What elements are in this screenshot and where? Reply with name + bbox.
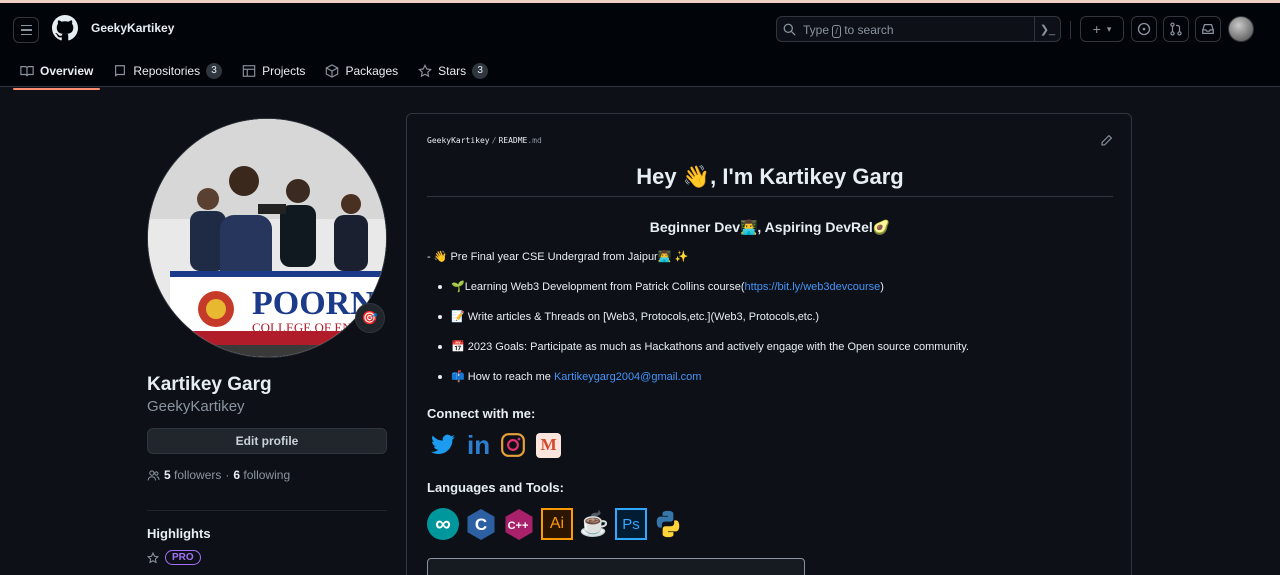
tool-icons: ∞ C C++ Ai ☕ Ps: [427, 508, 683, 540]
list-item: 🌱Learning Web3 Development from Patrick …: [435, 280, 969, 310]
pull-request-icon: [1170, 22, 1182, 36]
target-emoji-icon: 🎯: [361, 310, 379, 325]
search-input[interactable]: Type / to search ❯_: [776, 16, 1061, 42]
readme-bullet-list: 🌱Learning Web3 Development from Patrick …: [435, 280, 969, 400]
cplusplus-icon[interactable]: C++: [503, 508, 535, 540]
repositories-counter: 3: [206, 63, 223, 79]
edit-profile-button[interactable]: Edit profile: [147, 428, 387, 454]
instagram-icon[interactable]: [500, 432, 526, 458]
list-item: 📝 Write articles & Threads on [Web3, Pro…: [435, 310, 969, 340]
tab-packages[interactable]: Packages: [318, 55, 405, 87]
tab-label: Projects: [262, 64, 306, 78]
profile-photo[interactable]: POORNI COLLEGE OF EN: [147, 118, 387, 358]
highlights-title: Highlights: [147, 526, 211, 541]
tab-repositories[interactable]: Repositories 3: [106, 55, 229, 87]
command-palette-icon[interactable]: ❯_: [1034, 17, 1060, 41]
stats-card-embed: [427, 558, 805, 575]
readme-subheading: Beginner Dev👨‍💻, Aspiring DevRel🥑: [649, 219, 891, 235]
readme-heading: Hey 👋, I'm Kartikey Garg: [636, 164, 904, 189]
pencil-icon[interactable]: [1100, 134, 1113, 147]
tab-label: Stars: [438, 64, 467, 78]
course-link[interactable]: https://bit.ly/web3devcourse: [745, 281, 881, 293]
user-avatar-button[interactable]: [1228, 16, 1254, 42]
tab-stars[interactable]: Stars 3: [411, 55, 495, 87]
plus-icon: +: [1092, 21, 1101, 37]
menu-button[interactable]: [13, 17, 39, 43]
search-icon: [783, 23, 796, 36]
follow-stats: 5 followers · 6 following: [147, 468, 290, 482]
star-icon: [147, 551, 159, 563]
svg-text:C: C: [475, 515, 487, 534]
tab-label: Overview: [40, 64, 94, 78]
issue-icon: [1137, 22, 1151, 36]
banner-subtext: COLLEGE OF EN: [252, 320, 352, 335]
following-link[interactable]: 6 following: [233, 468, 290, 482]
medium-icon[interactable]: M: [536, 432, 562, 458]
list-item: 📫 How to reach me Kartikeygarg2004@gmail…: [435, 370, 969, 400]
inbox-button[interactable]: [1195, 16, 1221, 42]
readme-path: GeekyKartikey / README.md: [427, 136, 542, 145]
profile-photo-image: POORNI COLLEGE OF EN: [148, 119, 386, 357]
python-icon[interactable]: [653, 509, 683, 539]
repo-icon: [115, 65, 126, 77]
profile-full-name: Kartikey Garg: [147, 374, 272, 395]
c-icon[interactable]: C: [465, 508, 497, 540]
arduino-icon[interactable]: ∞: [427, 508, 459, 540]
search-placeholder: Type / to search: [803, 23, 894, 38]
highlights-pro-row: PRO: [147, 550, 201, 565]
create-new-button[interactable]: + ▾: [1080, 16, 1124, 42]
header-username[interactable]: GeekyKartikey: [91, 21, 174, 35]
heading-rule: [427, 196, 1113, 197]
photoshop-icon[interactable]: Ps: [615, 508, 647, 540]
stars-counter: 3: [472, 63, 489, 79]
global-header: GeekyKartikey Type / to search ❯_ + ▾ Ov…: [0, 3, 1280, 90]
separator-dot: ·: [225, 468, 230, 482]
sidebar-divider: [147, 510, 387, 511]
pro-badge: PRO: [165, 550, 201, 565]
tab-projects[interactable]: Projects: [235, 55, 312, 87]
linkedin-icon[interactable]: in: [467, 432, 490, 458]
twitter-icon[interactable]: [429, 432, 457, 458]
readme-file-name: README: [498, 136, 528, 145]
github-logo-icon[interactable]: [52, 15, 78, 41]
readme-card: GeekyKartikey / README.md Hey 👋, I'm Karti…: [406, 113, 1132, 575]
pull-requests-button[interactable]: [1163, 16, 1189, 42]
email-link[interactable]: Kartikeygarg2004@gmail.com: [554, 371, 702, 383]
svg-text:C++: C++: [508, 520, 529, 532]
header-divider: [1070, 21, 1071, 39]
table-icon: [242, 65, 256, 77]
inbox-icon: [1202, 24, 1214, 34]
book-icon: [20, 66, 34, 77]
profile-tabs: Overview Repositories 3 Projects Package…: [13, 55, 501, 90]
status-button[interactable]: 🎯: [355, 303, 385, 333]
chevron-down-icon: ▾: [1106, 23, 1112, 34]
illustrator-icon[interactable]: Ai: [541, 508, 573, 540]
people-icon: [147, 469, 160, 480]
profile-username: GeekyKartikey: [147, 398, 245, 415]
followers-link[interactable]: 5 followers: [164, 468, 221, 482]
readme-owner-link[interactable]: GeekyKartikey: [427, 136, 490, 145]
package-icon: [326, 64, 339, 78]
issues-button[interactable]: [1131, 16, 1157, 42]
social-icons: in M: [429, 432, 562, 458]
list-item: 📅 2023 Goals: Participate as much as Hac…: [435, 340, 969, 370]
languages-heading: Languages and Tools:: [427, 480, 564, 495]
tab-label: Packages: [345, 64, 399, 78]
connect-heading: Connect with me:: [427, 406, 536, 421]
readme-intro: - 👋 Pre Final year CSE Undergrad from Ja…: [427, 251, 689, 263]
tab-overview[interactable]: Overview: [13, 55, 101, 90]
tab-label: Repositories: [133, 64, 201, 78]
star-icon: [418, 64, 433, 78]
java-icon[interactable]: ☕: [579, 508, 609, 540]
